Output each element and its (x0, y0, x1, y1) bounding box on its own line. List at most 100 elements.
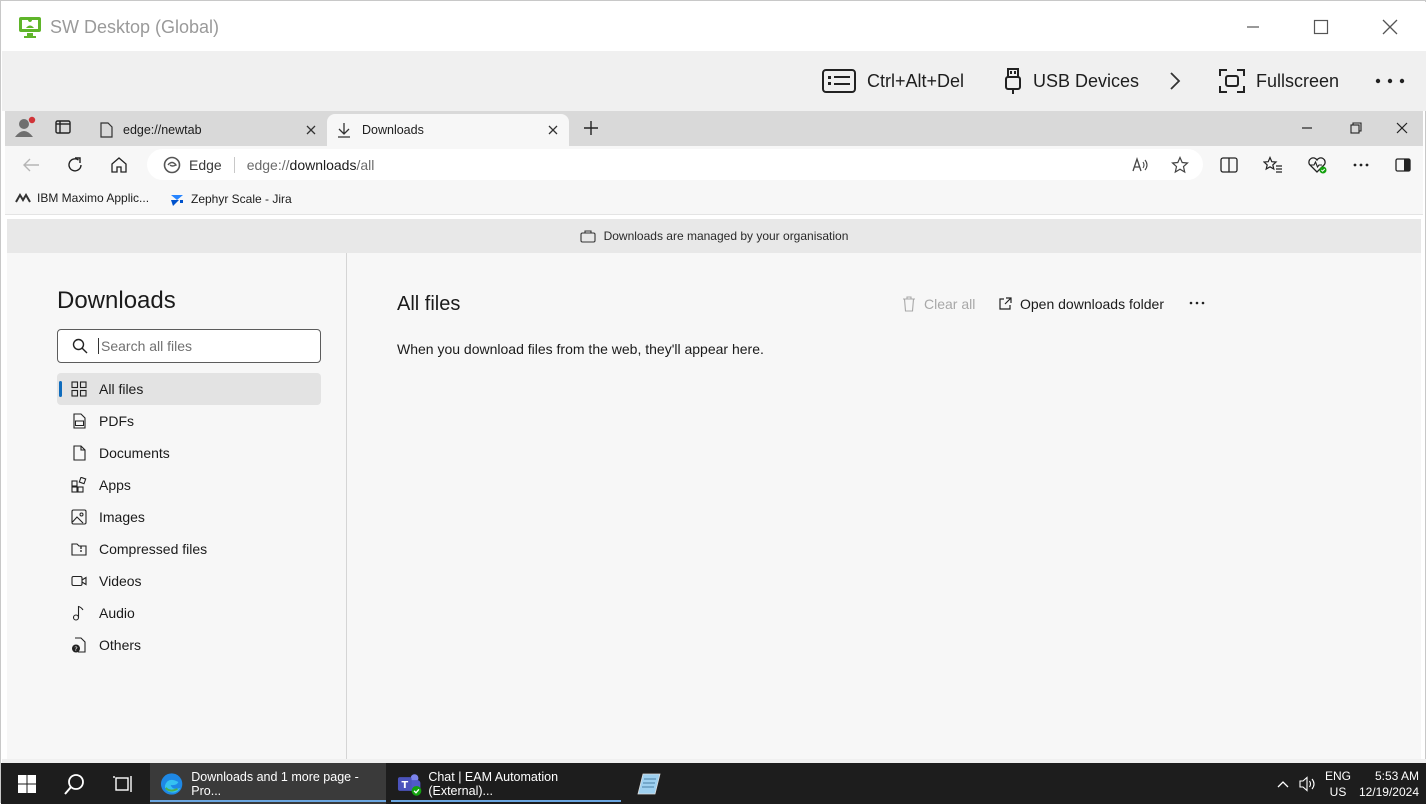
read-aloud-icon[interactable] (1131, 156, 1149, 174)
ctrl-alt-del-button[interactable]: Ctrl+Alt+Del (821, 65, 964, 97)
page-icon (100, 122, 113, 138)
toolbar-expand-button[interactable] (1167, 65, 1183, 97)
more-icon (1375, 78, 1405, 84)
profile-button[interactable] (13, 115, 37, 139)
clock[interactable]: 5:53 AM 12/19/2024 (1357, 763, 1419, 804)
favorites-bar: IBM Maximo Applic... Zephyr Scale - Jira (5, 183, 1423, 215)
category-images[interactable]: Images (57, 501, 321, 533)
zephyr-logo-icon (171, 195, 183, 206)
search-box[interactable] (57, 329, 321, 363)
start-button[interactable] (3, 763, 51, 804)
archive-icon (71, 543, 87, 556)
managed-notice-text: Downloads are managed by your organisati… (603, 229, 849, 243)
svg-text:T: T (401, 779, 408, 790)
task-view-button[interactable] (99, 763, 147, 804)
category-label: Others (99, 637, 142, 653)
downloads-more-options-button[interactable] (1189, 301, 1205, 305)
taskbar-app-label: Chat | EAM Automation (External)... (428, 769, 559, 798)
split-screen-button[interactable] (1217, 153, 1241, 177)
category-others[interactable]: ? Others (57, 629, 321, 661)
category-label: PDFs (99, 413, 134, 429)
new-tab-button[interactable] (579, 116, 603, 140)
browser-essentials-button[interactable] (1305, 153, 1329, 177)
input-language-indicator[interactable]: ENG US (1321, 763, 1355, 804)
taskbar-app-teams[interactable]: T Chat | EAM Automation (External)... (391, 763, 621, 804)
home-button[interactable] (107, 153, 131, 177)
category-all-files[interactable]: All files (57, 373, 321, 405)
chevron-up-icon (1277, 780, 1289, 787)
browser-close-button[interactable] (1390, 116, 1414, 140)
downloads-page: Downloads All files PDFs Documents Apps (7, 253, 1421, 759)
category-audio[interactable]: Audio (57, 597, 321, 629)
browser-minimize-button[interactable] (1295, 116, 1319, 140)
tab-downloads[interactable]: Downloads (327, 114, 569, 146)
running-indicator (391, 800, 621, 802)
sidebar-toggle-button[interactable] (1391, 153, 1415, 177)
browser-restore-button[interactable] (1344, 116, 1368, 140)
category-documents[interactable]: Documents (57, 437, 321, 469)
fullscreen-icon (1219, 69, 1245, 93)
url-prefix: edge:// (246, 156, 290, 173)
notepad-icon (637, 773, 661, 794)
favorite-zephyr-scale[interactable]: Zephyr Scale - Jira (169, 191, 292, 207)
favorite-ibm-maximo[interactable]: IBM Maximo Applic... (15, 191, 149, 205)
search-input[interactable] (98, 338, 298, 354)
taskbar-app-edge[interactable]: Downloads and 1 more page - Pro... (150, 763, 386, 804)
favorite-star-icon[interactable] (1171, 156, 1189, 174)
remote-toolbar: Ctrl+Alt+Del USB Devices Fullscreen (2, 51, 1426, 111)
maximize-icon (1313, 19, 1329, 34)
back-button[interactable] (19, 153, 43, 177)
clock-date: 12/19/2024 (1358, 784, 1419, 799)
category-pdfs[interactable]: PDFs (57, 405, 321, 437)
taskbar-app-notepad[interactable] (625, 763, 673, 804)
keyboard-icon (822, 69, 856, 93)
remote-desktop-window: SW Desktop (Global) Ctrl+Alt+Del USB Dev… (0, 0, 1426, 804)
tab-actions-icon (55, 120, 71, 134)
remote-title-bar: SW Desktop (Global) (2, 2, 1426, 51)
task-view-icon (113, 775, 132, 792)
video-icon (71, 575, 87, 587)
windows-logo-icon (18, 774, 36, 793)
settings-more-button[interactable] (1349, 153, 1373, 177)
restore-icon (1350, 122, 1362, 134)
taskbar-search-button[interactable] (51, 763, 99, 804)
category-label: Documents (99, 445, 170, 461)
open-downloads-folder-button[interactable]: Open downloads folder (998, 296, 1164, 312)
vertical-tabs-button[interactable] (51, 115, 75, 139)
url-path: /all (356, 156, 375, 173)
show-hidden-icons-button[interactable] (1271, 763, 1295, 804)
clear-all-button[interactable]: Clear all (902, 296, 975, 312)
home-icon (111, 157, 127, 173)
remote-more-button[interactable] (1374, 65, 1406, 97)
category-label: Videos (99, 573, 142, 589)
refresh-button[interactable] (63, 153, 87, 177)
url-host: downloads (289, 156, 357, 173)
favorites-button[interactable] (1261, 153, 1285, 177)
volume-button[interactable] (1297, 763, 1319, 804)
maximize-button[interactable] (1298, 2, 1344, 51)
download-icon (338, 123, 350, 138)
minimize-button[interactable] (1230, 2, 1276, 51)
svg-text:?: ? (74, 645, 77, 653)
selected-indicator (59, 381, 62, 397)
language-code: ENG (1324, 768, 1351, 783)
maximo-logo-icon (15, 193, 31, 203)
downloads-heading: Downloads (57, 287, 176, 314)
usb-icon (1005, 68, 1021, 94)
close-button[interactable] (1367, 2, 1413, 51)
fullscreen-button[interactable]: Fullscreen (1218, 65, 1339, 97)
category-videos[interactable]: Videos (57, 565, 321, 597)
tab-label: edge://newtab (123, 123, 202, 137)
tab-newtab[interactable]: edge://newtab (87, 114, 327, 146)
usb-devices-button[interactable]: USB Devices (1003, 65, 1139, 97)
category-apps[interactable]: Apps (57, 469, 321, 501)
sidebar-icon (1395, 158, 1411, 172)
clock-time: 5:53 AM (1374, 768, 1419, 783)
tab-close-icon[interactable] (303, 122, 319, 138)
briefcase-icon (580, 230, 596, 243)
address-bar[interactable]: Edge edge://downloads/all (147, 149, 1203, 180)
tab-close-icon[interactable] (545, 122, 561, 138)
browser-tab-strip: edge://newtab Downloads (5, 111, 1423, 146)
close-icon (1382, 19, 1398, 34)
category-compressed-files[interactable]: Compressed files (57, 533, 321, 565)
